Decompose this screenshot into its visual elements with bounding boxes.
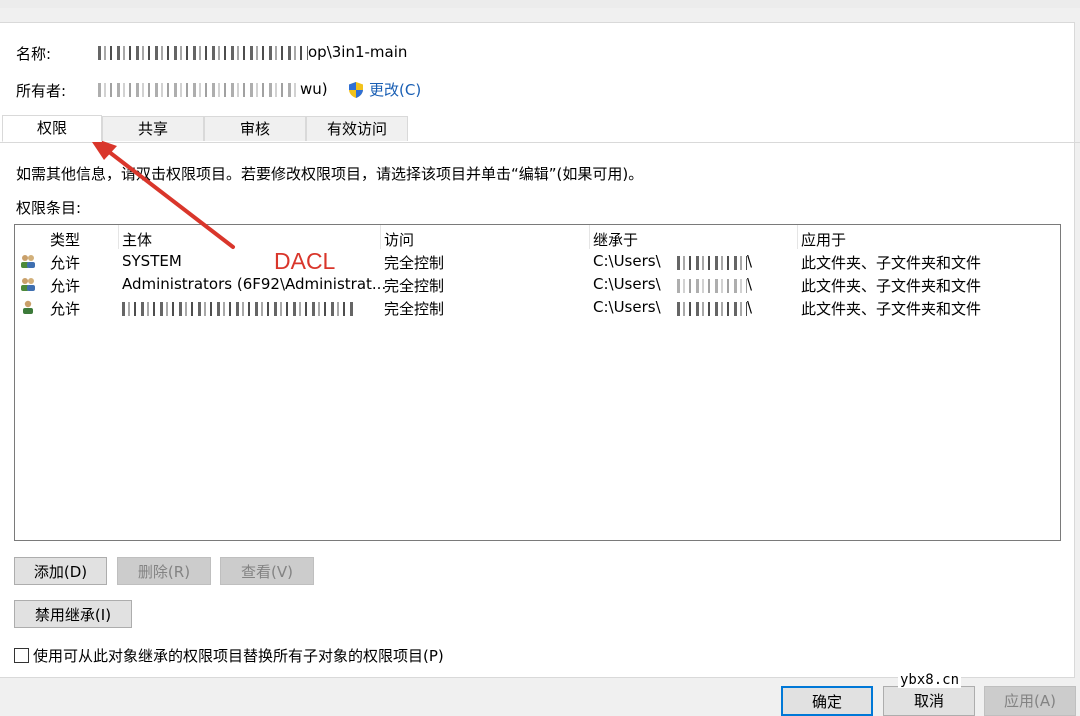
entry-inherited-from: C:\Users\ [593, 298, 661, 316]
entry-inherited-tail: \ [747, 252, 753, 270]
table-row[interactable]: 允许 SYSTEM 完全控制 C:\Users\ \ 此文件夹、子文件夹和文件 [15, 250, 1060, 273]
entry-applies-to: 此文件夹、子文件夹和文件 [801, 254, 982, 272]
entry-type: 允许 [50, 300, 81, 318]
entry-principal: Administrators (6F92\Administrat... [122, 275, 387, 293]
entry-applies-to: 此文件夹、子文件夹和文件 [801, 300, 982, 318]
redacted-owner [98, 83, 298, 97]
permission-entries-label: 权限条目: [16, 199, 82, 217]
entry-inherited-from: C:\Users\ [593, 252, 661, 270]
tab-permissions[interactable]: 权限 [2, 115, 102, 142]
column-header-applies-to[interactable]: 应用于 [801, 229, 846, 250]
owner-label: 所有者: [16, 82, 67, 100]
window-top-strip [0, 0, 1080, 8]
redacted-path [677, 302, 747, 316]
group-users-icon [21, 278, 35, 291]
cancel-button[interactable]: 取消 [883, 686, 975, 716]
entry-access: 完全控制 [384, 300, 445, 318]
column-separator [797, 225, 798, 249]
tab-sharing[interactable]: 共享 [102, 116, 204, 141]
redacted-name [98, 46, 308, 60]
column-header-principal[interactable]: 主体 [122, 229, 152, 250]
redacted-principal [122, 302, 354, 316]
tab-effective-access[interactable]: 有效访问 [306, 116, 408, 141]
column-separator [589, 225, 590, 249]
disable-inheritance-button[interactable]: 禁用继承(I) [14, 600, 132, 628]
dacl-annotation-label: DACL [274, 248, 336, 274]
column-header-access[interactable]: 访问 [384, 229, 414, 250]
entry-access: 完全控制 [384, 254, 445, 272]
entry-type: 允许 [50, 254, 81, 272]
group-users-icon [21, 255, 35, 268]
tab-auditing[interactable]: 审核 [204, 116, 306, 141]
change-owner-link[interactable]: 更改(C) [347, 79, 421, 100]
entry-applies-to: 此文件夹、子文件夹和文件 [801, 277, 982, 295]
redacted-path [677, 256, 747, 270]
entry-type: 允许 [50, 277, 81, 295]
remove-button[interactable]: 删除(R) [117, 557, 211, 585]
tab-divider [0, 142, 1080, 143]
add-button[interactable]: 添加(D) [14, 557, 107, 585]
redacted-path [677, 279, 747, 293]
apply-button[interactable]: 应用(A) [984, 686, 1076, 716]
permission-entries-list[interactable]: 类型 主体 访问 继承于 应用于 允许 SYSTEM 完全控制 C:\Users… [14, 224, 1061, 541]
single-user-icon [23, 300, 33, 314]
uac-shield-icon [349, 81, 363, 98]
change-owner-label: 更改(C) [369, 81, 422, 99]
name-value: op\3in1-main [308, 43, 408, 61]
replace-child-permissions-option[interactable]: 使用可从此对象继承的权限项目替换所有子对象的权限项目(P) [14, 645, 444, 666]
column-separator [380, 225, 381, 249]
entry-principal: SYSTEM [122, 252, 182, 270]
table-row[interactable]: 允许 完全控制 C:\Users\ \ 此文件夹、子文件夹和文件 [15, 296, 1060, 319]
view-button[interactable]: 查看(V) [220, 557, 314, 585]
column-header-type[interactable]: 类型 [50, 229, 80, 250]
entry-inherited-tail: \ [747, 298, 753, 316]
name-label: 名称: [16, 45, 52, 63]
column-header-inherited-from[interactable]: 继承于 [593, 229, 638, 250]
owner-value: wu) [300, 80, 328, 98]
tab-strip: 权限 共享 审核 有效访问 [2, 115, 408, 142]
replace-child-permissions-checkbox[interactable] [14, 648, 29, 663]
entry-inherited-from: C:\Users\ [593, 275, 661, 293]
table-row[interactable]: 允许 Administrators (6F92\Administrat... 完… [15, 273, 1060, 296]
column-separator [118, 225, 119, 249]
ok-button[interactable]: 确定 [781, 686, 873, 716]
entry-inherited-tail: \ [747, 275, 753, 293]
info-text: 如需其他信息，请双击权限项目。若要修改权限项目，请选择该项目并单击“编辑”(如果… [16, 165, 644, 183]
entry-access: 完全控制 [384, 277, 445, 295]
watermark-text: ybx8.cn [898, 672, 962, 688]
replace-child-permissions-label: 使用可从此对象继承的权限项目替换所有子对象的权限项目(P) [33, 647, 444, 665]
